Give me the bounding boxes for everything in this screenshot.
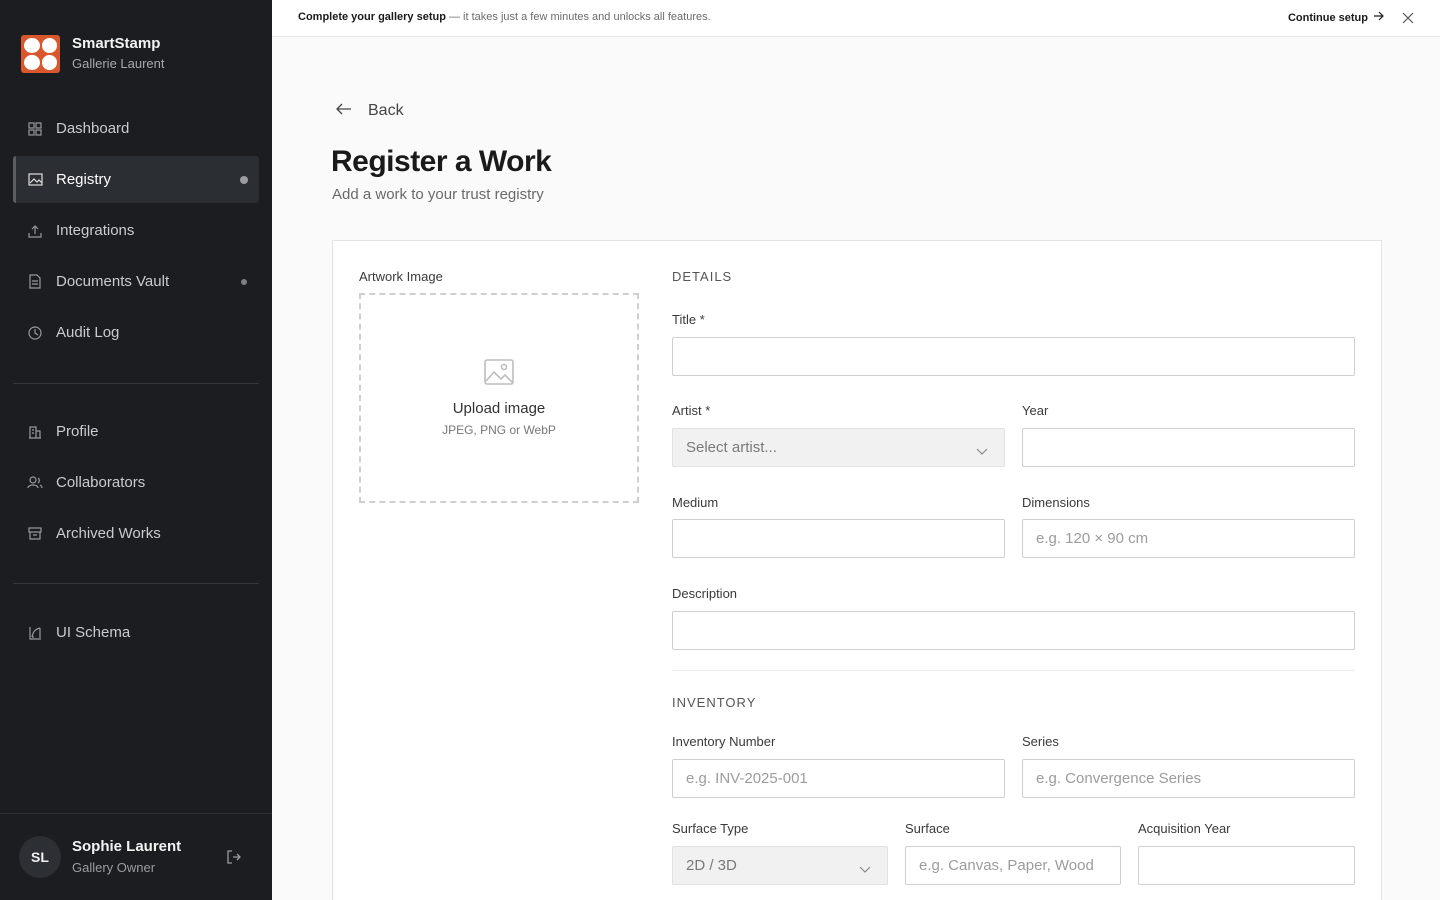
sidebar-item-ui-schema[interactable]: UI Schema: [13, 609, 259, 656]
surface-placeholder: e.g. Canvas, Paper, Wood: [919, 857, 1094, 874]
tertiary-nav: UI Schema: [13, 609, 259, 660]
sidebar-item-integrations[interactable]: Integrations: [13, 207, 259, 254]
users-icon: [27, 475, 43, 491]
banner-strong: Complete your gallery setup: [298, 11, 446, 23]
surface-type-select[interactable]: 2D / 3D: [672, 846, 888, 885]
inventory-heading: INVENTORY: [672, 695, 757, 710]
sidebar-item-label: Archived Works: [56, 525, 161, 542]
building-icon: [27, 424, 43, 440]
setup-banner: Complete your gallery setup — it takes j…: [272, 0, 1440, 37]
page-title: Register a Work: [331, 145, 552, 178]
surface-label: Surface: [905, 821, 950, 836]
section-divider: [672, 670, 1355, 671]
artist-select[interactable]: Select artist...: [672, 428, 1005, 467]
sidebar-item-label: Audit Log: [56, 324, 120, 341]
back-label: Back: [368, 102, 404, 119]
register-work-form: Artwork Image Upload image JPEG, PNG or …: [332, 240, 1382, 900]
nav-divider: [13, 583, 259, 584]
acquisition-year-label: Acquisition Year: [1138, 821, 1231, 836]
artist-label: Artist *: [672, 403, 711, 418]
year-input[interactable]: [1022, 428, 1355, 467]
banner-message: Complete your gallery setup — it takes j…: [298, 11, 711, 23]
surface-input[interactable]: e.g. Canvas, Paper, Wood: [905, 846, 1121, 885]
surface-type-label: Surface Type: [672, 821, 749, 836]
sidebar-item-label: Integrations: [56, 222, 135, 239]
image-upload-dropzone[interactable]: Upload image JPEG, PNG or WebP: [359, 293, 639, 503]
sidebar-item-label: UI Schema: [56, 624, 131, 641]
sidebar-item-label: Documents Vault: [56, 273, 170, 290]
user-name: Sophie Laurent: [72, 838, 182, 855]
document-icon: [27, 274, 43, 290]
sidebar-item-documents-vault[interactable]: Documents Vault: [13, 258, 259, 305]
artist-select-value: Select artist...: [686, 439, 777, 456]
sidebar-item-collaborators[interactable]: Collaborators: [13, 459, 259, 506]
series-input[interactable]: e.g. Convergence Series: [1022, 759, 1355, 798]
image-icon: [27, 172, 43, 188]
brand-name: SmartStamp: [72, 35, 161, 52]
banner-rest: — it takes just a few minutes and unlock…: [445, 11, 711, 23]
user-panel: SL Sophie Laurent Gallery Owner: [0, 813, 272, 900]
year-label: Year: [1022, 403, 1049, 418]
brand-org: Gallerie Laurent: [72, 56, 165, 71]
status-dot: [240, 175, 248, 184]
sidebar-item-profile[interactable]: Profile: [13, 408, 259, 455]
title-input[interactable]: [672, 337, 1355, 376]
upload-icon: [27, 223, 43, 239]
logout-icon[interactable]: [226, 849, 242, 865]
archive-icon: [27, 526, 43, 542]
inventory-number-placeholder: e.g. INV-2025-001: [686, 770, 808, 787]
sidebar-item-label: Collaborators: [56, 474, 146, 491]
chevron-down-icon: [976, 443, 988, 460]
upload-hint: JPEG, PNG or WebP: [442, 423, 556, 437]
image-placeholder-icon: [484, 359, 514, 390]
continue-setup-link[interactable]: Continue setup: [1288, 11, 1384, 24]
sidebar-item-dashboard[interactable]: Dashboard: [13, 105, 259, 152]
clock-icon: [27, 325, 43, 341]
primary-nav: Dashboard Registry Integrations Document…: [13, 105, 259, 360]
medium-input[interactable]: [672, 519, 1005, 558]
sidebar-item-archived-works[interactable]: Archived Works: [13, 510, 259, 557]
inventory-number-label: Inventory Number: [672, 734, 776, 749]
title-label: Title *: [672, 312, 705, 327]
status-dot: [241, 278, 247, 285]
avatar[interactable]: SL: [19, 836, 61, 878]
dimensions-label: Dimensions: [1022, 495, 1090, 510]
description-input[interactable]: [672, 611, 1355, 650]
nav-divider: [13, 383, 259, 384]
chevron-down-icon: [859, 861, 871, 878]
upload-title: Upload image: [452, 400, 546, 417]
sidebar-item-label: Profile: [56, 423, 99, 440]
arrow-right-icon: [1373, 11, 1384, 24]
grid-icon: [27, 121, 43, 137]
sidebar-item-audit-log[interactable]: Audit Log: [13, 309, 259, 356]
series-label: Series: [1022, 734, 1059, 749]
description-label: Description: [672, 586, 738, 601]
acquisition-year-input[interactable]: [1138, 846, 1355, 885]
surface-type-value: 2D / 3D: [686, 857, 737, 874]
sidebar-item-registry[interactable]: Registry: [13, 156, 259, 203]
schema-icon: [27, 625, 43, 641]
sidebar-item-label: Dashboard: [56, 120, 130, 137]
inventory-number-input[interactable]: e.g. INV-2025-001: [672, 759, 1005, 798]
back-link[interactable]: Back: [336, 102, 404, 120]
page-subtitle: Add a work to your trust registry: [332, 186, 544, 203]
dimensions-input[interactable]: e.g. 120 × 90 cm: [1022, 519, 1355, 558]
continue-setup-label: Continue setup: [1287, 11, 1368, 24]
details-heading: DETAILS: [672, 269, 733, 284]
user-role: Gallery Owner: [72, 860, 156, 875]
brand-logo: [21, 34, 60, 73]
medium-label: Medium: [672, 495, 719, 510]
arrow-left-icon: [336, 102, 368, 120]
series-placeholder: e.g. Convergence Series: [1036, 770, 1202, 787]
dimensions-placeholder: e.g. 120 × 90 cm: [1036, 530, 1149, 547]
sidebar: SmartStamp Gallerie Laurent Dashboard Re…: [0, 0, 272, 900]
sidebar-item-label: Registry: [56, 171, 112, 188]
brand[interactable]: SmartStamp Gallerie Laurent: [21, 34, 165, 73]
secondary-nav: Profile Collaborators Archived Works: [13, 408, 259, 561]
close-icon[interactable]: [1402, 12, 1414, 24]
artwork-image-label: Artwork Image: [359, 269, 443, 284]
